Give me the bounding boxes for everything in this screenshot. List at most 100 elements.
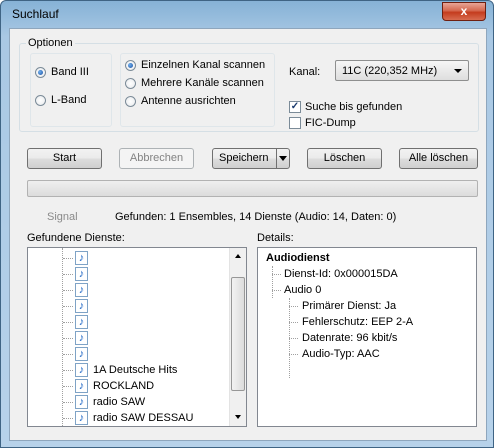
tree-connector bbox=[272, 266, 273, 298]
delete-all-button[interactable]: Alle löschen bbox=[399, 148, 478, 169]
chevron-down-icon bbox=[454, 69, 462, 73]
scroll-up-icon[interactable] bbox=[230, 248, 246, 265]
scan-multiple-radio[interactable]: Mehrere Kanäle scannen bbox=[125, 76, 264, 90]
start-button-label: Start bbox=[52, 152, 77, 164]
music-note-icon: ♪ bbox=[75, 395, 88, 409]
search-until-found-label: Suche bis gefunden bbox=[305, 101, 403, 113]
service-name: radio SAW DESSAU bbox=[93, 412, 194, 424]
tree-connector bbox=[272, 274, 281, 275]
align-antenna-label: Antenne ausrichten bbox=[141, 95, 236, 107]
radio-unchecked-icon bbox=[125, 95, 136, 107]
scan-progress-bar bbox=[27, 180, 478, 197]
scan-dialog-window: Suchlauf x Optionen Band III L-Band Einz… bbox=[0, 0, 494, 448]
music-note-icon: ♪ bbox=[75, 379, 88, 393]
service-id: Dienst-Id: 0x000015DA bbox=[284, 268, 398, 280]
channel-value: 11C (220,352 MHz) bbox=[342, 65, 438, 77]
details-label: Details: bbox=[257, 232, 294, 244]
details-tree[interactable]: Audiodienst Dienst-Id: 0x000015DA Audio … bbox=[257, 247, 477, 427]
tree-connector bbox=[63, 353, 73, 355]
services-tree[interactable]: ♪ ♪ ♪ ♪ ♪ ♪ ♪ ♪ 1A Deutsche Hits ♪ ROCKLAND ♪ radio … bbox=[27, 247, 247, 427]
close-icon: x bbox=[460, 4, 468, 18]
align-antenna-radio[interactable]: Antenne ausrichten bbox=[125, 94, 236, 108]
service-list-item[interactable]: ♪ bbox=[28, 314, 93, 330]
tree-connector bbox=[63, 369, 73, 371]
radio-unchecked-icon bbox=[35, 94, 46, 106]
service-list-item[interactable]: ♪ bbox=[28, 298, 93, 314]
audio-node: Audio 0 bbox=[284, 284, 322, 296]
search-until-found-checkbox[interactable]: ✓ Suche bis gefunden bbox=[289, 100, 402, 114]
tree-connector bbox=[289, 322, 298, 323]
delete-button[interactable]: Löschen bbox=[307, 148, 382, 169]
close-button[interactable]: x bbox=[442, 2, 486, 21]
empty-checkbox-icon bbox=[289, 117, 301, 129]
start-button[interactable]: Start bbox=[27, 148, 102, 169]
music-note-icon: ♪ bbox=[75, 299, 88, 313]
abort-button-label: Abbrechen bbox=[129, 152, 184, 164]
scan-single-radio[interactable]: Einzelnen Kanal scannen bbox=[125, 58, 265, 72]
dropdown-arrow-icon[interactable] bbox=[276, 149, 289, 168]
services-scrollbar[interactable] bbox=[229, 248, 246, 426]
tree-connector bbox=[289, 306, 298, 307]
service-name: ROCKLAND bbox=[93, 380, 155, 392]
radio-unchecked-icon bbox=[125, 77, 136, 89]
service-list-item[interactable]: ♪ radio SAW DESSAU bbox=[28, 410, 193, 426]
found-summary: Gefunden: 1 Ensembles, 14 Dienste (Audio… bbox=[115, 211, 397, 223]
tree-connector bbox=[63, 289, 73, 291]
music-note-icon: ♪ bbox=[75, 267, 88, 281]
primary-service: Primärer Dienst: Ja bbox=[302, 300, 397, 312]
service-list-item[interactable]: ♪ bbox=[28, 282, 93, 298]
music-note-icon: ♪ bbox=[75, 347, 88, 361]
scroll-down-icon[interactable] bbox=[230, 409, 246, 426]
scroll-thumb[interactable] bbox=[231, 277, 245, 391]
l-band-radio[interactable]: L-Band bbox=[35, 93, 86, 107]
service-list-item[interactable]: ♪ bbox=[28, 330, 93, 346]
title-bar[interactable]: Suchlauf x bbox=[1, 1, 493, 27]
channel-select[interactable]: 11C (220,352 MHz) bbox=[335, 60, 469, 81]
service-name: radio SAW bbox=[93, 396, 146, 408]
abort-button[interactable]: Abbrechen bbox=[119, 148, 194, 169]
dialog-client-area: Optionen Band III L-Band Einzelnen Kanal… bbox=[9, 28, 487, 441]
delete-all-button-label: Alle löschen bbox=[408, 152, 469, 164]
tree-connector bbox=[63, 385, 73, 387]
music-note-icon: ♪ bbox=[75, 315, 88, 329]
music-note-icon: ♪ bbox=[75, 363, 88, 377]
error-protection: Fehlerschutz: EEP 2-A bbox=[302, 316, 414, 328]
tree-connector bbox=[63, 305, 73, 307]
l-band-label: L-Band bbox=[51, 94, 87, 106]
services-label: Gefundene Dienste: bbox=[27, 232, 125, 244]
audio-type: Audio-Typ: AAC bbox=[302, 348, 380, 360]
tree-connector bbox=[63, 417, 73, 419]
music-note-icon: ♪ bbox=[75, 283, 88, 297]
music-note-icon: ♪ bbox=[75, 331, 88, 345]
checkmark-icon: ✓ bbox=[289, 101, 301, 113]
details-heading: Audiodienst bbox=[266, 252, 330, 264]
service-list-item[interactable]: ♪ bbox=[28, 346, 93, 362]
tree-connector bbox=[63, 401, 73, 403]
save-split-button[interactable]: Speichern bbox=[212, 148, 290, 169]
delete-button-label: Löschen bbox=[323, 152, 366, 164]
radio-checked-icon bbox=[125, 59, 136, 71]
service-list-item[interactable]: ♪ bbox=[28, 266, 93, 282]
music-note-icon: ♪ bbox=[75, 251, 88, 265]
tree-connector bbox=[63, 273, 73, 275]
service-name: 1A Deutsche Hits bbox=[93, 364, 178, 376]
service-list-item[interactable]: ♪ 1A Deutsche Hits bbox=[28, 362, 177, 378]
signal-label: Signal bbox=[47, 211, 78, 223]
service-list-item[interactable]: ♪ ROCKLAND bbox=[28, 378, 154, 394]
fic-dump-checkbox[interactable]: FIC-Dump bbox=[289, 116, 356, 130]
bitrate: Datenrate: 96 kbit/s bbox=[302, 332, 398, 344]
tree-connector bbox=[63, 321, 73, 323]
window-title: Suchlauf bbox=[12, 7, 59, 21]
fic-dump-label: FIC-Dump bbox=[305, 117, 356, 129]
band-iii-radio[interactable]: Band III bbox=[35, 65, 89, 79]
service-list-item[interactable]: ♪ radio SAW bbox=[28, 394, 145, 410]
service-list-item[interactable]: ♪ bbox=[28, 250, 93, 266]
tree-connector bbox=[272, 290, 281, 291]
channel-label: Kanal: bbox=[289, 66, 321, 78]
scan-single-label: Einzelnen Kanal scannen bbox=[141, 59, 266, 71]
band-iii-label: Band III bbox=[51, 66, 89, 78]
save-button-label: Speichern bbox=[219, 152, 269, 164]
music-note-icon: ♪ bbox=[75, 411, 88, 425]
tree-connector bbox=[63, 257, 73, 259]
tree-connector bbox=[289, 354, 298, 355]
